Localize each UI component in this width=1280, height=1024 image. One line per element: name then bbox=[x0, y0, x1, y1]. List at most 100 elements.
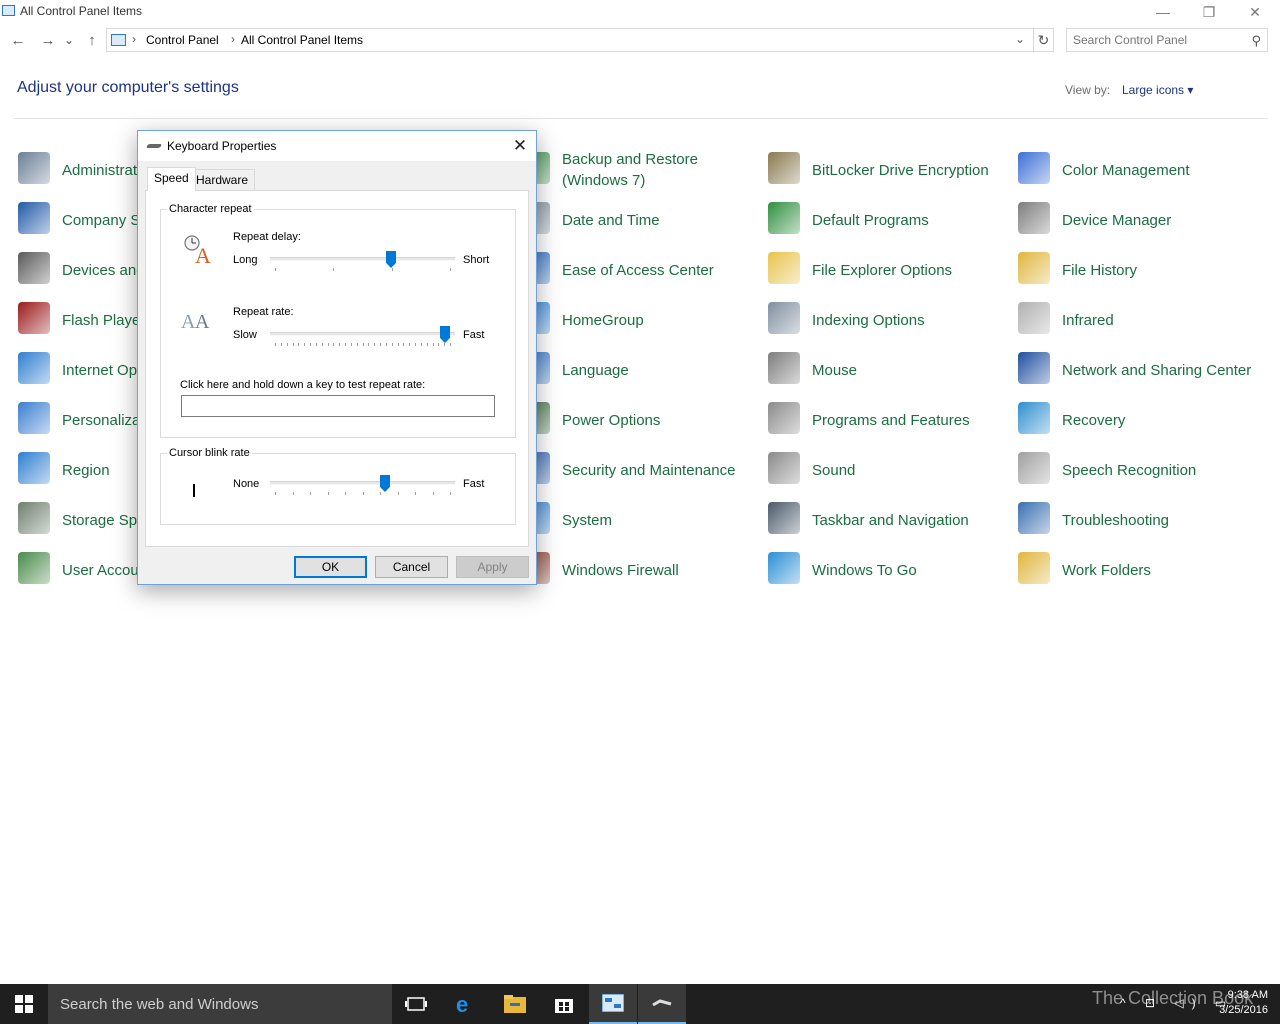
control-panel-icon bbox=[111, 34, 126, 46]
breadcrumb-all-items[interactable]: All Control Panel Items bbox=[241, 33, 363, 47]
cp-item-windows-firewall[interactable]: Windows Firewall bbox=[518, 548, 758, 592]
cp-item-network-and-sharing-center[interactable]: Network and Sharing Center bbox=[1018, 348, 1258, 392]
cp-item-homegroup[interactable]: HomeGroup bbox=[518, 298, 758, 342]
cp-item-taskbar-and-navigation[interactable]: Taskbar and Navigation bbox=[768, 498, 1008, 542]
cursor-blink-legend: Cursor blink rate bbox=[167, 447, 252, 459]
window-title: All Control Panel Items bbox=[20, 4, 143, 18]
cp-item-color-management[interactable]: Color Management bbox=[1018, 148, 1258, 192]
cp-item-label: Backup and Restore (Windows 7) bbox=[562, 151, 698, 189]
slider-tick bbox=[450, 492, 451, 495]
cp-item-programs-and-features[interactable]: Programs and Features bbox=[768, 398, 1008, 442]
address-dropdown-chevron-icon[interactable]: ⌄ bbox=[1015, 32, 1025, 46]
address-bar[interactable]: › Control Panel › All Control Panel Item… bbox=[106, 28, 1034, 52]
taskbar-search-placeholder: Search the web and Windows bbox=[60, 996, 259, 1013]
work-folders-icon bbox=[1018, 552, 1050, 584]
page-title: Adjust your computer's settings bbox=[17, 79, 239, 96]
speed-tab-panel: Character repeat A Repeat delay: Long Sh… bbox=[145, 190, 529, 547]
apply-button[interactable]: Apply bbox=[456, 556, 529, 578]
cp-item-default-programs[interactable]: Default Programs bbox=[768, 198, 1008, 242]
cp-item-troubleshooting[interactable]: Troubleshooting bbox=[1018, 498, 1258, 542]
slider-track bbox=[270, 332, 455, 336]
control-panel-taskbar-icon[interactable] bbox=[589, 984, 637, 1024]
network-icon bbox=[1018, 352, 1050, 384]
repeat-delay-label: Repeat delay: bbox=[233, 231, 301, 243]
slider-tick bbox=[374, 343, 375, 346]
restore-button[interactable]: ❐ bbox=[1186, 0, 1232, 24]
cp-item-label: Default Programs bbox=[812, 211, 929, 229]
repeat-rate-label: Repeat rate: bbox=[233, 306, 294, 318]
cp-item-backup-and-restore-windows-7[interactable]: Backup and Restore (Windows 7) bbox=[518, 148, 758, 192]
taskbar-clock[interactable]: 9:38 AM 3/25/2016 bbox=[1200, 988, 1280, 1018]
cp-item-windows-to-go[interactable]: Windows To Go bbox=[768, 548, 1008, 592]
cursor-blink-slider[interactable] bbox=[270, 475, 455, 501]
clock-time: 9:38 AM bbox=[1227, 989, 1268, 1001]
cp-item-language[interactable]: Language bbox=[518, 348, 758, 392]
task-view-icon[interactable] bbox=[392, 984, 440, 1024]
repeat-rate-icon: A A bbox=[181, 306, 215, 334]
cp-item-bitlocker-drive-encryption[interactable]: BitLocker Drive Encryption bbox=[768, 148, 1008, 192]
minimize-button[interactable]: — bbox=[1140, 0, 1186, 24]
internet-icon bbox=[18, 352, 50, 384]
search-icon[interactable]: ⚲ bbox=[1251, 33, 1261, 49]
slider-tick bbox=[298, 343, 299, 346]
taskbar-search-box[interactable]: Search the web and Windows bbox=[48, 984, 392, 1024]
test-repeat-input[interactable] bbox=[181, 395, 495, 417]
cp-item-sound[interactable]: Sound bbox=[768, 448, 1008, 492]
cp-item-label: Taskbar and Navigation bbox=[812, 511, 969, 529]
repeat-rate-slider[interactable] bbox=[270, 326, 455, 352]
slider-thumb[interactable] bbox=[440, 326, 450, 343]
taskbar-nav-icon bbox=[768, 502, 800, 534]
slider-tick bbox=[333, 268, 334, 271]
store-icon[interactable] bbox=[540, 984, 588, 1024]
repeat-delay-slider[interactable] bbox=[270, 251, 455, 277]
back-arrow-icon[interactable]: ← bbox=[8, 30, 28, 50]
cp-item-label: Mouse bbox=[812, 361, 858, 379]
cp-item-recovery[interactable]: Recovery bbox=[1018, 398, 1258, 442]
tab-speed[interactable]: Speed bbox=[147, 167, 196, 191]
cursor-preview-icon bbox=[193, 484, 195, 497]
cp-item-power-options[interactable]: Power Options bbox=[518, 398, 758, 442]
cp-item-date-and-time[interactable]: Date and Time bbox=[518, 198, 758, 242]
cp-item-device-manager[interactable]: Device Manager bbox=[1018, 198, 1258, 242]
search-box[interactable]: ⚲ bbox=[1066, 28, 1268, 52]
slider-thumb[interactable] bbox=[386, 251, 396, 268]
cp-item-label: Infrared bbox=[1062, 311, 1114, 329]
forward-arrow-icon[interactable]: → bbox=[38, 30, 58, 50]
cp-item-file-explorer-options[interactable]: File Explorer Options bbox=[768, 248, 1008, 292]
dialog-title: Keyboard Properties bbox=[167, 139, 277, 153]
cp-item-indexing-options[interactable]: Indexing Options bbox=[768, 298, 1008, 342]
start-button[interactable] bbox=[0, 984, 48, 1024]
close-button[interactable]: ✕ bbox=[1232, 0, 1278, 24]
slider-tick bbox=[363, 492, 364, 495]
slider-track bbox=[270, 481, 455, 485]
up-arrow-icon[interactable]: ↑ bbox=[82, 30, 102, 50]
cp-item-ease-of-access-center[interactable]: Ease of Access Center bbox=[518, 248, 758, 292]
refresh-icon[interactable]: ↻ bbox=[1034, 28, 1054, 52]
edge-browser-icon[interactable]: e bbox=[442, 984, 490, 1024]
search-input[interactable] bbox=[1073, 32, 1243, 48]
cancel-button[interactable]: Cancel bbox=[375, 556, 448, 578]
slider-thumb[interactable] bbox=[380, 475, 390, 492]
tab-hardware[interactable]: Hardware bbox=[189, 169, 256, 190]
file-explorer-icon[interactable] bbox=[491, 984, 539, 1024]
slider-track bbox=[270, 257, 455, 261]
cp-item-mouse[interactable]: Mouse bbox=[768, 348, 1008, 392]
ok-button[interactable]: OK bbox=[294, 556, 367, 578]
cp-item-speech-recognition[interactable]: Speech Recognition bbox=[1018, 448, 1258, 492]
breadcrumb-control-panel[interactable]: Control Panel bbox=[146, 33, 219, 47]
cp-item-label: Language bbox=[562, 361, 629, 379]
cp-item-security-and-maintenance[interactable]: Security and Maintenance bbox=[518, 448, 758, 492]
cp-item-work-folders[interactable]: Work Folders bbox=[1018, 548, 1258, 592]
slider-tick bbox=[310, 343, 311, 346]
admin-tools-icon bbox=[18, 152, 50, 184]
cp-item-system[interactable]: System bbox=[518, 498, 758, 542]
view-by-dropdown[interactable]: Large icons ▾ bbox=[1122, 83, 1193, 97]
slider-tick bbox=[322, 343, 323, 346]
dialog-close-button[interactable]: ✕ bbox=[506, 133, 534, 159]
cp-item-label: Color Management bbox=[1062, 161, 1190, 179]
recent-locations-chevron-icon[interactable]: ⌄ bbox=[62, 30, 76, 50]
slider-tick bbox=[275, 492, 276, 495]
cp-item-file-history[interactable]: File History bbox=[1018, 248, 1258, 292]
cp-item-infrared[interactable]: Infrared bbox=[1018, 298, 1258, 342]
keyboard-taskbar-icon[interactable] bbox=[638, 984, 686, 1024]
